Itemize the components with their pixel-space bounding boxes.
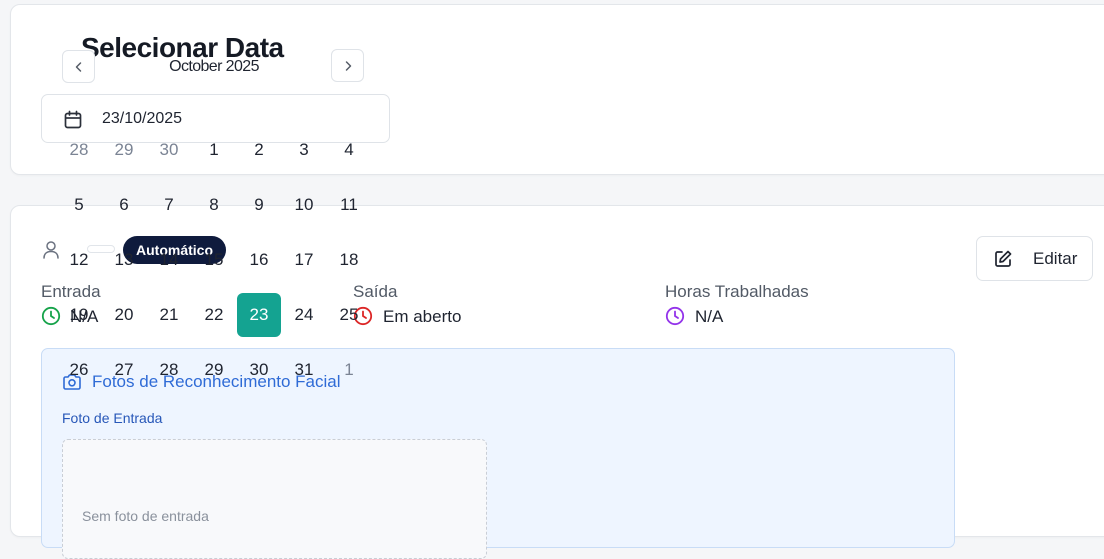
calendar-day[interactable]: 18 xyxy=(327,238,371,282)
date-value: 23/10/2025 xyxy=(102,110,183,127)
prev-month-button[interactable] xyxy=(62,50,95,83)
calendar-day[interactable]: 28 xyxy=(57,128,101,172)
calendar-day[interactable]: 1 xyxy=(192,128,236,172)
edit-label: Editar xyxy=(1033,249,1078,268)
calendar-day[interactable]: 4 xyxy=(327,128,371,172)
calendar-day[interactable]: 28 xyxy=(147,348,191,392)
calendar-icon xyxy=(64,110,82,129)
calendar-day[interactable]: 8 xyxy=(192,183,236,227)
calendar-day[interactable]: 11 xyxy=(327,183,371,227)
calendar-day[interactable]: 7 xyxy=(147,183,191,227)
pencil-square-icon xyxy=(995,250,1012,267)
chevron-right-icon xyxy=(345,60,351,71)
calendar-day[interactable]: 15 xyxy=(192,238,236,282)
calendar-day[interactable]: 10 xyxy=(282,183,326,227)
calendar-day[interactable]: 20 xyxy=(102,293,146,337)
clock-icon xyxy=(665,306,685,326)
calendar-day[interactable]: 24 xyxy=(282,293,326,337)
horas-label: Horas Trabalhadas xyxy=(665,282,809,301)
calendar-day[interactable]: 2 xyxy=(237,128,281,172)
calendar-day-selected[interactable]: 23 xyxy=(237,293,281,337)
calendar-day[interactable]: 9 xyxy=(237,183,281,227)
calendar-day[interactable]: 6 xyxy=(102,183,146,227)
calendar-day[interactable]: 14 xyxy=(147,238,191,282)
month-label: October 2025 xyxy=(169,58,259,75)
calendar-day[interactable]: 29 xyxy=(192,348,236,392)
saida-value: Em aberto xyxy=(383,307,462,326)
calendar-day[interactable]: 5 xyxy=(57,183,101,227)
entry-photo-label: Foto de Entrada xyxy=(62,410,163,426)
chevron-left-icon xyxy=(75,61,81,72)
calendar-day[interactable]: 29 xyxy=(102,128,146,172)
calendar-day[interactable]: 26 xyxy=(57,348,101,392)
horas-value: N/A xyxy=(695,307,724,326)
next-month-button[interactable] xyxy=(331,49,364,82)
calendar-day[interactable]: 12 xyxy=(57,238,101,282)
calendar-day[interactable]: 13 xyxy=(102,238,146,282)
calendar-day[interactable]: 17 xyxy=(282,238,326,282)
calendar-day[interactable]: 3 xyxy=(282,128,326,172)
calendar-day[interactable]: 1 xyxy=(327,348,371,392)
edit-button[interactable]: Editar xyxy=(976,236,1093,281)
entry-photo-dropzone xyxy=(62,439,487,559)
calendar-day[interactable]: 30 xyxy=(147,128,191,172)
calendar-day[interactable]: 30 xyxy=(237,348,281,392)
calendar-day[interactable]: 22 xyxy=(192,293,236,337)
calendar-day[interactable]: 16 xyxy=(237,238,281,282)
calendar-day[interactable]: 19 xyxy=(57,293,101,337)
calendar-day[interactable]: 21 xyxy=(147,293,191,337)
calendar-day[interactable]: 27 xyxy=(102,348,146,392)
calendar-day[interactable]: 25 xyxy=(327,293,371,337)
calendar-day[interactable]: 31 xyxy=(282,348,326,392)
photo-placeholder-text: Sem foto de entrada xyxy=(82,508,209,524)
